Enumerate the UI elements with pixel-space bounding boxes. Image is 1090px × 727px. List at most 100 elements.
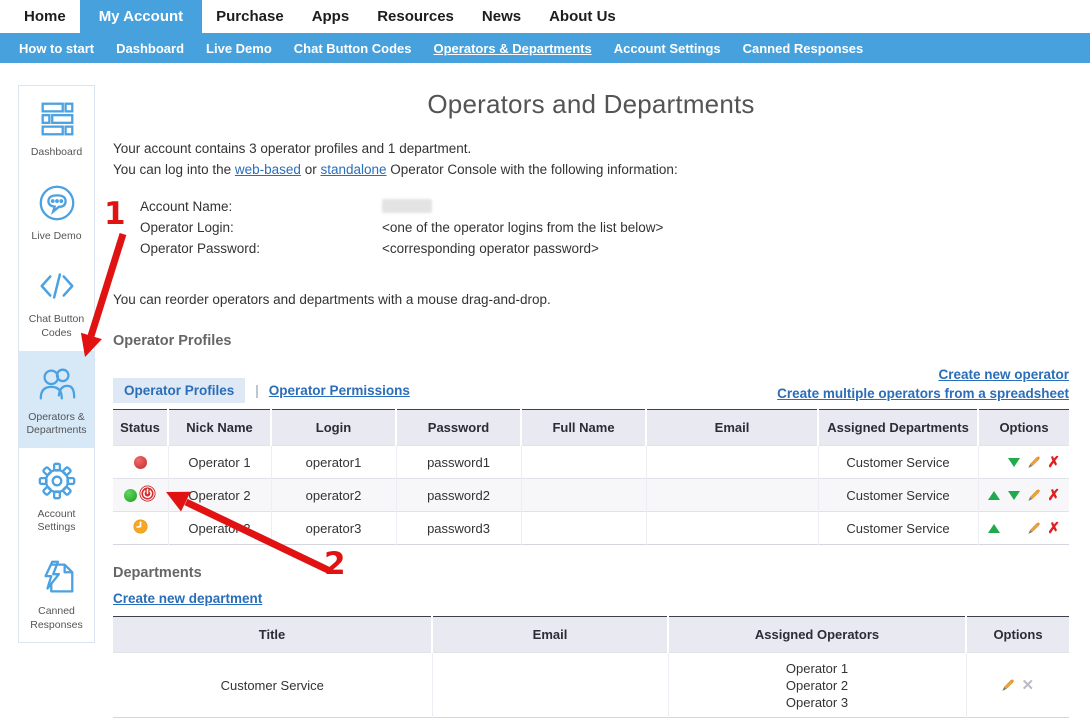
sidebar-item-operators-departments[interactable]: Operators & Departments [19,351,94,448]
full-name-cell [521,479,646,512]
account-name-redacted [382,199,432,213]
tab-operator-profiles[interactable]: Operator Profiles [113,378,245,403]
delete-icon[interactable]: ✗ [1044,519,1064,537]
sub-nav-operators-departments[interactable]: Operators & Departments [423,41,603,56]
create-new-department-link[interactable]: Create new department [113,591,262,606]
operator-password-row: Operator Password: <corresponding operat… [140,238,1069,259]
top-nav-my-account[interactable]: My Account [80,0,202,33]
sidebar-label: Chat Button Codes [21,313,92,340]
edit-icon[interactable] [998,676,1018,694]
sub-nav-account-settings[interactable]: Account Settings [603,41,732,56]
nick-name-cell: Operator 1 [168,446,271,479]
create-links: Create new operator Create multiple oper… [777,365,1069,403]
account-name-label: Account Name: [140,196,382,217]
full-name-cell [521,446,646,479]
code-icon [36,265,78,307]
account-name-row: Account Name: [140,196,1069,217]
assigned-operators-cell: Operator 1 Operator 2 Operator 3 [670,660,965,711]
operators-table-header-bar: Operator Profiles | Operator Permissions… [113,365,1069,403]
operator-row-1[interactable]: Operator 1 operator1 password1 Customer … [113,446,1069,479]
create-new-operator-link[interactable]: Create new operator [777,365,1069,384]
col-full-name: Full Name [521,410,646,446]
col-assigned-operators: Assigned Operators [668,617,966,653]
move-up-icon[interactable] [984,519,1004,537]
status-away-icon [133,519,148,537]
password-cell: password2 [396,479,521,512]
full-name-cell [521,512,646,545]
operator-row-3[interactable]: Operator 3 operator3 password3 Customer … [113,512,1069,545]
assigned-departments-cell: Customer Service [818,446,978,479]
sidebar-label: Canned Responses [21,605,92,632]
operator-password-value: <corresponding operator password> [382,238,599,259]
move-down-icon[interactable] [1004,486,1024,504]
top-nav-apps[interactable]: Apps [298,0,364,33]
sidebar: Dashboard Live Demo Chat Button Codes [18,85,95,643]
logout-power-button-icon[interactable] [139,485,156,505]
top-nav-news[interactable]: News [468,0,535,33]
operators-table-header-row: Status Nick Name Login Password Full Nam… [113,410,1069,446]
operator-login-value: <one of the operator logins from the lis… [382,217,663,238]
tab-operator-permissions[interactable]: Operator Permissions [269,383,410,398]
move-down-icon[interactable] [1004,453,1024,471]
create-multiple-operators-link[interactable]: Create multiple operators from a spreads… [777,384,1069,403]
operator-login-row: Operator Login: <one of the operator log… [140,217,1069,238]
reorder-note: You can reorder operators and department… [113,292,1069,307]
sidebar-label: Account Settings [21,508,92,535]
sidebar-item-dashboard[interactable]: Dashboard [19,86,94,170]
main-content: Operators and Departments Your account c… [113,63,1069,718]
departments-heading: Departments [113,565,1069,581]
edit-icon[interactable] [1024,519,1044,537]
operator-row-2[interactable]: Operator 2 operator2 password2 Customer … [113,479,1069,512]
operators-table: Status Nick Name Login Password Full Nam… [113,409,1069,545]
top-nav-resources[interactable]: Resources [363,0,468,33]
delete-icon[interactable]: ✗ [1044,486,1064,504]
operator-tabs: Operator Profiles | Operator Permissions [113,378,410,403]
col-options: Options [978,410,1069,446]
edit-icon[interactable] [1024,453,1044,471]
nick-name-cell: Operator 2 [168,479,271,512]
delete-disabled-icon: ✕ [1018,676,1038,694]
operator-profiles-heading: Operator Profiles [113,333,1069,349]
move-up-icon[interactable] [984,486,1004,504]
col-status: Status [113,410,168,446]
top-nav-home[interactable]: Home [10,0,80,33]
col-title: Title [113,617,432,653]
password-cell: password1 [396,446,521,479]
top-nav-purchase[interactable]: Purchase [202,0,298,33]
nick-name-cell: Operator 3 [168,512,271,545]
sub-nav-how-to-start[interactable]: How to start [8,41,105,56]
assigned-departments-cell: Customer Service [818,479,978,512]
standalone-link[interactable]: standalone [320,162,386,177]
operator-login-label: Operator Login: [140,217,382,238]
tab-separator: | [255,383,259,398]
col-email: Email [646,410,818,446]
department-row-1[interactable]: Customer Service Operator 1 Operator 2 O… [113,653,1069,718]
edit-icon[interactable] [1024,486,1044,504]
sub-nav-canned-responses[interactable]: Canned Responses [732,41,875,56]
top-nav-about-us[interactable]: About Us [535,0,630,33]
gear-icon [36,460,78,502]
top-nav: Home My Account Purchase Apps Resources … [0,0,1090,33]
login-cell: operator1 [271,446,396,479]
col-login: Login [271,410,396,446]
status-online-icon [124,489,137,502]
col-email: Email [432,617,668,653]
sidebar-item-canned-responses[interactable]: Canned Responses [19,545,94,642]
email-cell [646,446,818,479]
sidebar-item-live-demo[interactable]: Live Demo [19,170,94,254]
sub-nav-dashboard[interactable]: Dashboard [105,41,195,56]
email-cell [646,479,818,512]
sidebar-item-chat-button-codes[interactable]: Chat Button Codes [19,253,94,350]
col-nick-name: Nick Name [168,410,271,446]
sidebar-label: Live Demo [31,230,81,244]
sidebar-item-account-settings[interactable]: Account Settings [19,448,94,545]
delete-icon[interactable]: ✗ [1044,453,1064,471]
sub-nav-chat-button-codes[interactable]: Chat Button Codes [283,41,423,56]
sub-nav-live-demo[interactable]: Live Demo [195,41,283,56]
col-password: Password [396,410,521,446]
live-demo-icon [36,182,78,224]
login-cell: operator3 [271,512,396,545]
account-info: Account Name: Operator Login: <one of th… [113,196,1069,259]
web-based-link[interactable]: web-based [235,162,301,177]
departments-table-header-row: Title Email Assigned Operators Options [113,617,1069,653]
